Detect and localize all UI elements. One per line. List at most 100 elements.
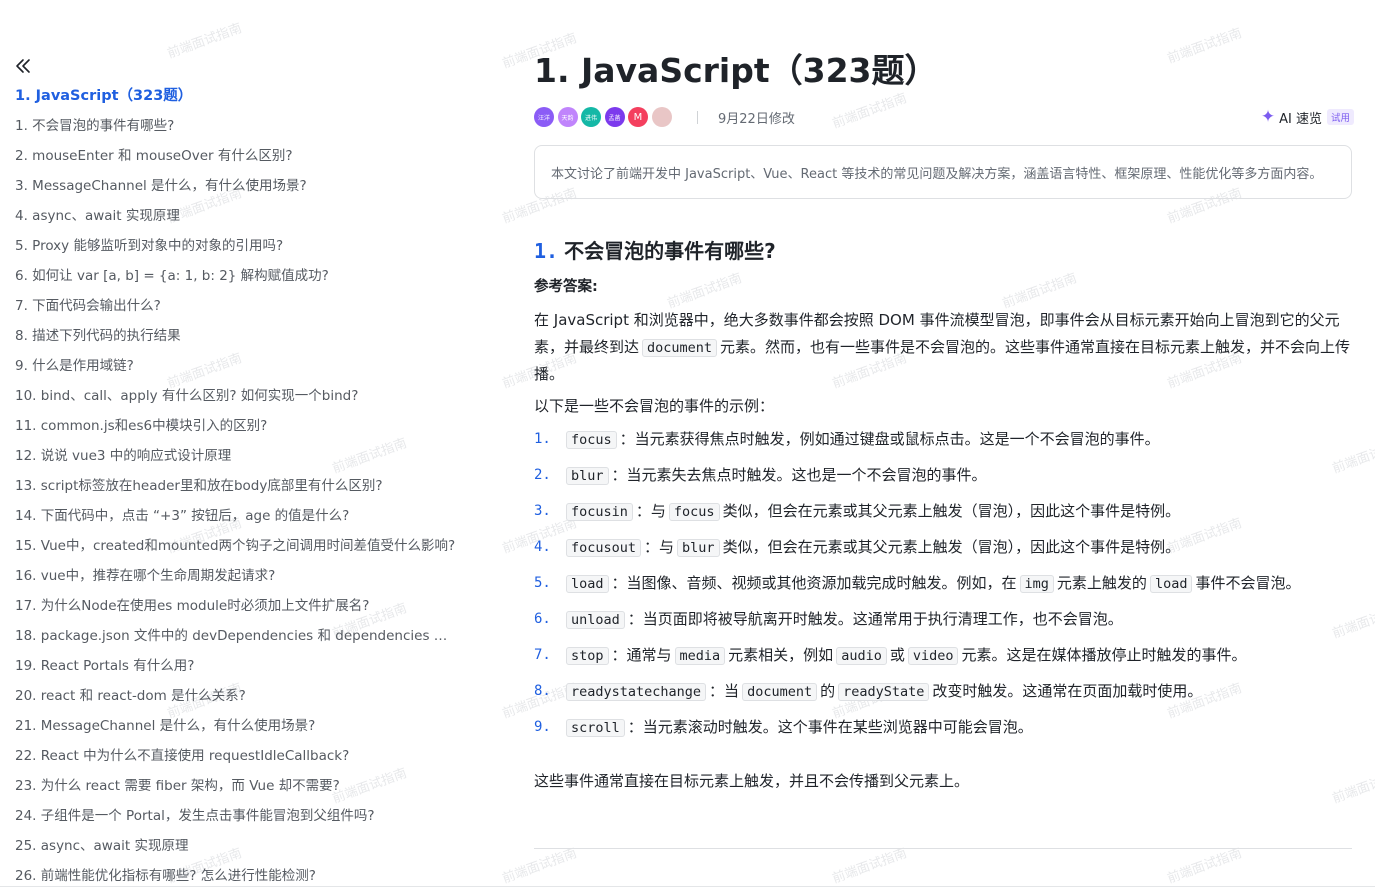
- inline-code: scroll: [566, 719, 625, 737]
- outline-item[interactable]: 13. script标签放在header里和放在body底部里有什么区别?: [15, 475, 460, 505]
- list-number: 1.: [534, 431, 551, 447]
- outline-item[interactable]: 14. 下面代码中，点击 “+3” 按钮后，age 的值是什么?: [15, 505, 460, 535]
- section-divider: [534, 848, 1352, 849]
- avatar[interactable]: M: [628, 107, 648, 127]
- inline-code: focus: [668, 503, 720, 521]
- list-item: 7. stop ：通常与 media 元素相关，例如 audio 或 video 元素。这是在媒…: [534, 642, 1352, 670]
- list-item: 8. readystatechange ：当 document 的 readyState 改…: [534, 678, 1352, 706]
- inline-code: document: [642, 338, 718, 357]
- watermark: 前端面试指南: [1165, 25, 1244, 67]
- list-text: ：当: [709, 682, 740, 700]
- outline-item[interactable]: 6. 如何让 var [a, b] = {a: 1, b: 2} 解构赋值成功?: [15, 265, 460, 295]
- list-text: 事件不会冒泡。: [1195, 574, 1301, 592]
- watermark: 前端面试指南: [1330, 765, 1375, 807]
- list-text: 改变时触发。这通常在页面加载时使用。: [932, 682, 1203, 700]
- outline-item[interactable]: 12. 说说 vue3 中的响应式设计原理: [15, 445, 460, 475]
- inline-code: focusout: [566, 539, 642, 557]
- modified-time: 9月22日修改: [718, 112, 795, 127]
- avatar[interactable]: 进伟: [581, 107, 601, 127]
- inline-code: load: [1149, 575, 1193, 593]
- list-item: 4. focusout ：与 blur 类似，但会在元素或其父元素上触发（冒泡），因此这…: [534, 534, 1352, 562]
- outline-item[interactable]: 19. React Portals 有什么用?: [15, 655, 460, 685]
- outline-item[interactable]: 5. Proxy 能够监听到对象中的对象的引用吗?: [15, 235, 460, 265]
- inline-code: unload: [566, 611, 625, 629]
- list-text: ：当元素获得焦点时触发，例如通过键盘或鼠标点击。这是一个不会冒泡的事件。: [619, 430, 1160, 448]
- outline-item-title[interactable]: 1. JavaScript（323题）: [15, 85, 460, 115]
- inline-code: img: [1019, 575, 1054, 593]
- list-text: ：与: [635, 502, 666, 520]
- list-text: 元素相关，例如: [728, 646, 834, 664]
- trial-badge: 试用: [1326, 109, 1354, 125]
- inline-code: blur: [677, 539, 720, 557]
- outline-item[interactable]: 16. vue中，推荐在哪个生命周期发起请求?: [15, 565, 460, 595]
- list-number: 6.: [534, 611, 551, 627]
- outline-item[interactable]: 20. react 和 react-dom 是什么关系?: [15, 685, 460, 715]
- collapse-sidebar-icon[interactable]: [13, 56, 33, 76]
- outline-item[interactable]: 23. 为什么 react 需要 fiber 架构，而 Vue 却不需要?: [15, 775, 460, 805]
- outline-list: 1. JavaScript（323题） 1. 不会冒泡的事件有哪些? 2. mo…: [15, 85, 460, 895]
- outline-item[interactable]: 8. 描述下列代码的执行结果: [15, 325, 460, 355]
- outline-sidebar: 1. JavaScript（323题） 1. 不会冒泡的事件有哪些? 2. mo…: [0, 0, 470, 890]
- avatar-photo[interactable]: [651, 107, 672, 127]
- avatar[interactable]: 汪洋: [534, 107, 554, 127]
- outline-item[interactable]: 15. Vue中，created和mounted两个钩子之间调用时间差值受什么影…: [15, 535, 460, 565]
- outline-item[interactable]: 10. bind、call、apply 有什么区别? 如何实现一个bind?: [15, 385, 460, 415]
- ai-summary-button[interactable]: ✦ AI 速览 试用: [1261, 107, 1354, 127]
- inline-code: audio: [836, 647, 887, 665]
- watermark: 前端面试指南: [1000, 270, 1079, 312]
- question-title: 不会冒泡的事件有哪些?: [564, 239, 776, 263]
- list-number: 5.: [534, 575, 551, 591]
- list-text: 类似，但会在元素或其父元素上触发（冒泡），因此这个事件是特例。: [722, 538, 1181, 556]
- answer-label: 参考答案:: [534, 279, 598, 295]
- ai-summary-box[interactable]: 本文讨论了前端开发中 JavaScript、Vue、React 等技术的常见问题…: [534, 145, 1352, 199]
- list-text: ：当元素失去焦点时触发。这也是一个不会冒泡的事件。: [611, 466, 987, 484]
- inline-code: media: [674, 647, 726, 665]
- list-number: 8.: [534, 683, 551, 699]
- avatar[interactable]: 天韵: [557, 107, 578, 127]
- list-number: 4.: [534, 539, 551, 555]
- page-title: 1. JavaScript（323题）: [534, 51, 938, 90]
- list-intro: 以下是一些不会冒泡的事件的示例：: [534, 397, 775, 415]
- outline-item[interactable]: 18. package.json 文件中的 devDependencies 和 …: [15, 625, 460, 655]
- outline-item[interactable]: 2. mouseEnter 和 mouseOver 有什么区别?: [15, 145, 460, 175]
- list-text: 元素上触发的: [1056, 574, 1147, 592]
- inline-code: blur: [566, 467, 609, 485]
- inline-code: load: [566, 575, 609, 593]
- outline-item[interactable]: 7. 下面代码会输出什么?: [15, 295, 460, 325]
- list-number: 9.: [534, 719, 551, 735]
- outline-item[interactable]: 1. 不会冒泡的事件有哪些?: [15, 115, 460, 145]
- outline-item[interactable]: 3. MessageChannel 是什么，有什么使用场景?: [15, 175, 460, 205]
- inline-code: focusin: [566, 503, 633, 521]
- collaborator-avatars[interactable]: 汪洋 天韵 进伟 孟菡 M: [534, 107, 675, 127]
- divider: [697, 111, 698, 124]
- list-item: 3. focusin ：与 focus 类似，但会在元素或其父元素上触发（冒泡），因此这…: [534, 498, 1352, 526]
- outline-item[interactable]: 26. 前端性能优化指标有哪些? 怎么进行性能检测?: [15, 865, 460, 895]
- sparkle-icon: ✦: [1260, 107, 1276, 127]
- list-number: 7.: [534, 647, 551, 663]
- list-item: 1. focus ：当元素获得焦点时触发，例如通过键盘或鼠标点击。这是一个不会冒泡的…: [534, 426, 1352, 454]
- inline-code: document: [742, 683, 818, 701]
- inline-code: stop: [566, 647, 609, 665]
- outline-item[interactable]: 4. async、await 实现原理: [15, 205, 460, 235]
- list-text: ：当图像、音频、视频或其他资源加载完成时触发。例如，在: [611, 574, 1017, 592]
- outline-item[interactable]: 11. common.js和es6中模块引入的区别?: [15, 415, 460, 445]
- answer-paragraph: 在 JavaScript 和浏览器中，绝大多数事件都会按照 DOM 事件流模型冒…: [534, 307, 1352, 388]
- inline-code: readyState: [838, 683, 930, 701]
- outline-item[interactable]: 17. 为什么Node在使用es module时必须加上文件扩展名?: [15, 595, 460, 625]
- list-text: 类似，但会在元素或其父元素上触发（冒泡），因此这个事件是特例。: [722, 502, 1181, 520]
- outline-item[interactable]: 21. MessageChannel 是什么，有什么使用场景?: [15, 715, 460, 745]
- outline-item[interactable]: 9. 什么是作用域链?: [15, 355, 460, 385]
- outline-item[interactable]: 24. 子组件是一个 Portal，发生点击事件能冒泡到父组件吗?: [15, 805, 460, 835]
- outline-item[interactable]: 22. React 中为什么不直接使用 requestIdleCallback?: [15, 745, 460, 775]
- inline-code: video: [907, 647, 959, 665]
- list-text: 的: [820, 682, 836, 700]
- list-item: 2. blur ：当元素失去焦点时触发。这也是一个不会冒泡的事件。: [534, 462, 1352, 490]
- question-heading: 1. 不会冒泡的事件有哪些?: [534, 235, 776, 264]
- event-list: 1. focus ：当元素获得焦点时触发，例如通过键盘或鼠标点击。这是一个不会冒泡的…: [534, 426, 1352, 750]
- inline-code: focus: [566, 431, 617, 449]
- outline-item[interactable]: 25. async、await 实现原理: [15, 835, 460, 865]
- list-text: ：通常与: [611, 646, 672, 664]
- avatar[interactable]: 孟菡: [604, 107, 625, 127]
- closing-paragraph: 这些事件通常直接在目标元素上触发，并且不会传播到父元素上。: [534, 772, 970, 790]
- question-number: 1.: [534, 239, 559, 263]
